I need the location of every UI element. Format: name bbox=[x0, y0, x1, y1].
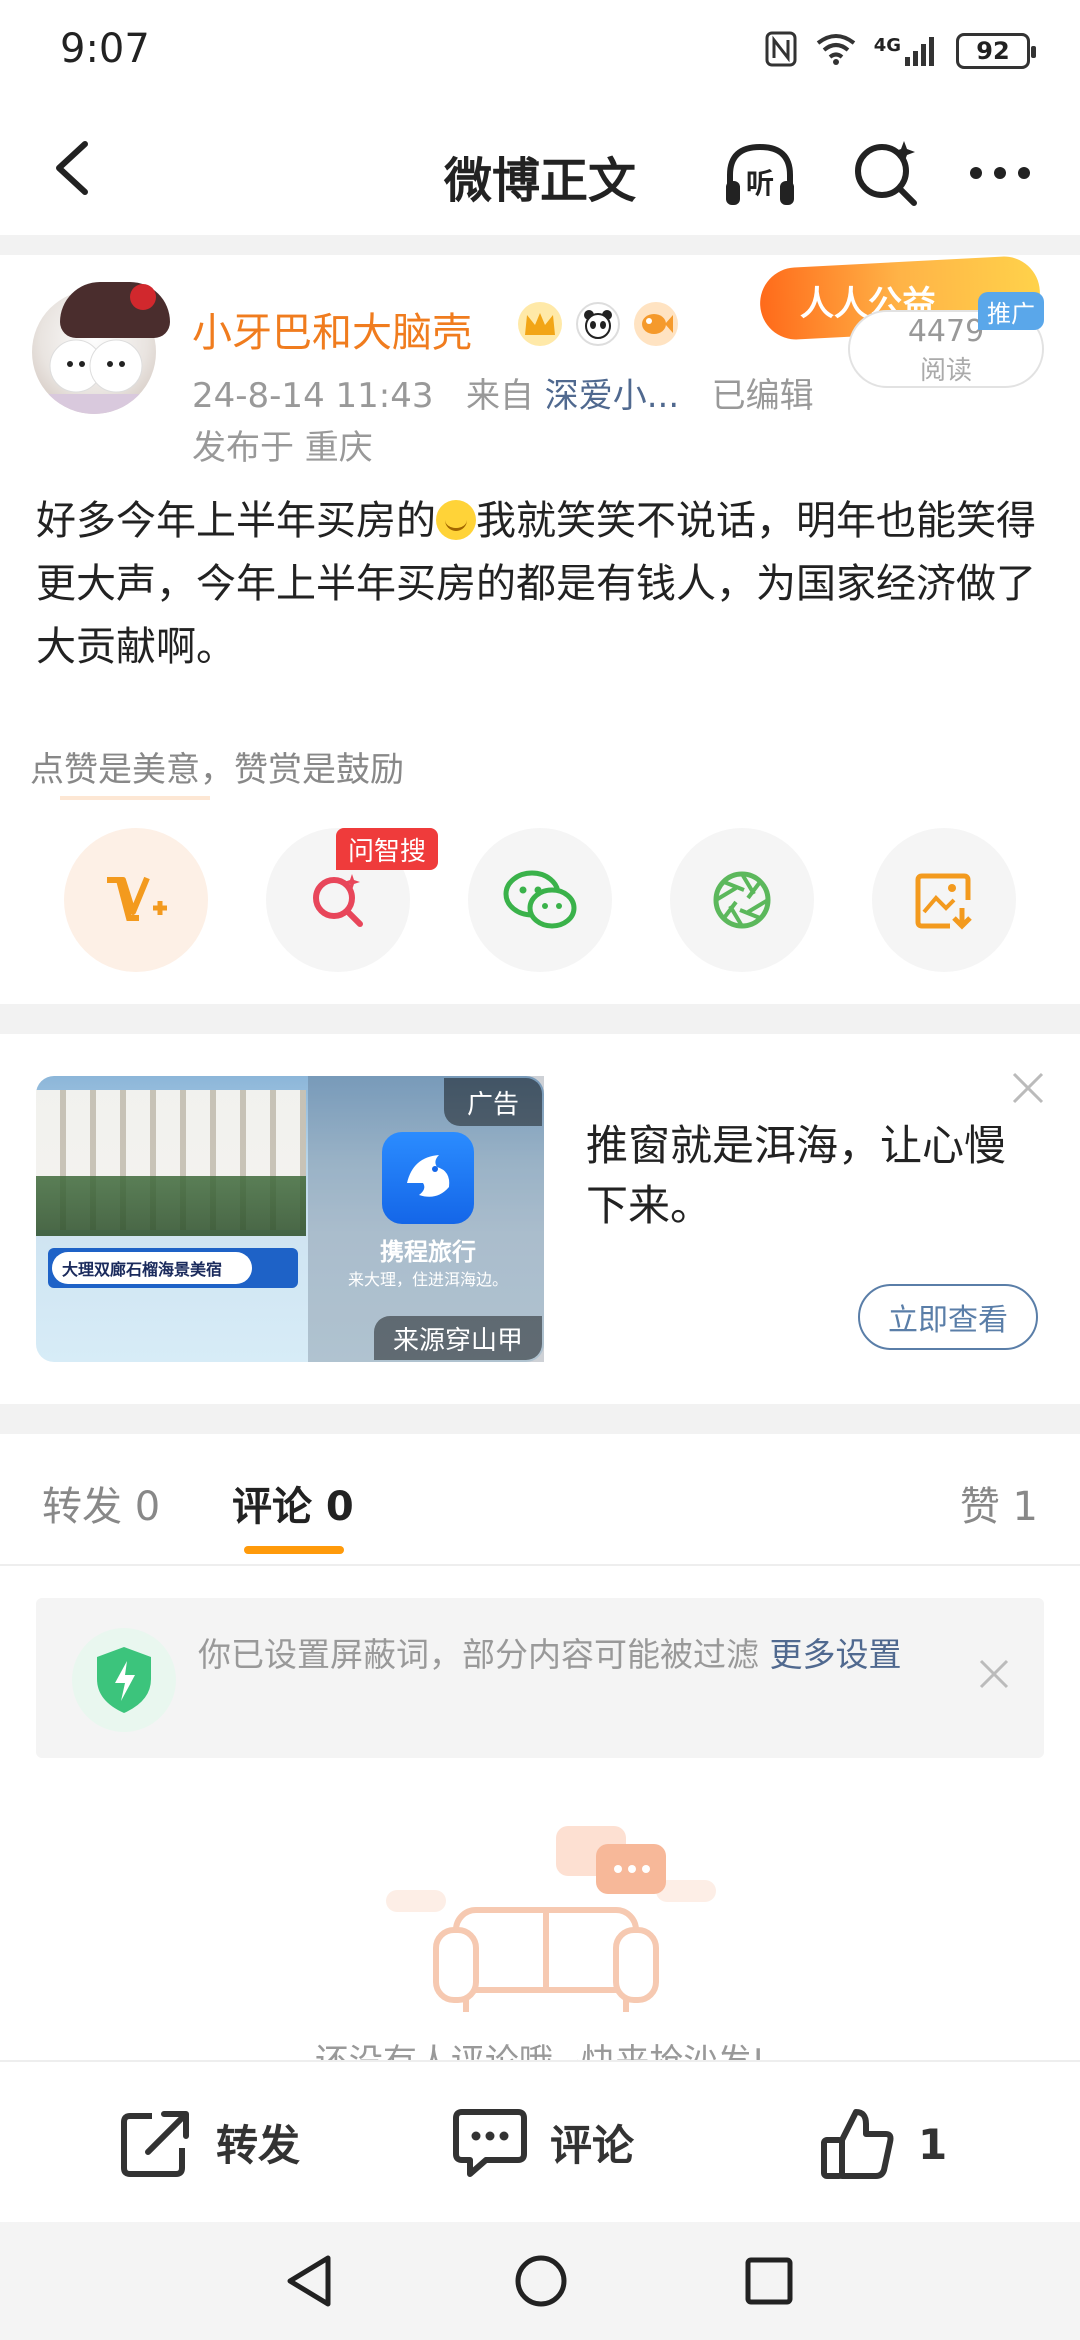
ad-search-text: 大理双廊石榴海景美宿 bbox=[52, 1252, 252, 1284]
save-image-icon bbox=[915, 873, 972, 930]
post-location: 发布于 重庆 bbox=[192, 428, 373, 468]
more-options-button[interactable] bbox=[960, 133, 1040, 213]
close-icon bbox=[1012, 1072, 1044, 1104]
panda-badge-icon[interactable] bbox=[576, 302, 620, 346]
section-divider bbox=[0, 1004, 1080, 1034]
status-time: 9:07 bbox=[60, 26, 150, 72]
triangle-back-icon bbox=[287, 2255, 331, 2307]
square-recents-icon bbox=[745, 2257, 793, 2305]
bottom-action-bar: 转发 评论 1 bbox=[0, 2060, 1080, 2222]
tab-like[interactable]: 赞 1 bbox=[960, 1474, 1038, 1532]
svg-text:听: 听 bbox=[746, 167, 774, 200]
status-icons: 4G 92 bbox=[764, 30, 1036, 72]
username[interactable]: 小牙巴和大脑壳 bbox=[192, 300, 472, 358]
signal-icon: 4G bbox=[874, 35, 938, 67]
crown-badge-icon[interactable] bbox=[518, 302, 562, 346]
reward-v-plus-icon bbox=[107, 876, 167, 921]
repost-label: 转发 bbox=[216, 2120, 301, 2170]
nav-bar: 微博正文 听 bbox=[0, 105, 1080, 235]
back-button[interactable] bbox=[36, 133, 106, 203]
aperture-icon bbox=[713, 871, 771, 929]
ad-source: 来源穿山甲 bbox=[374, 1316, 542, 1360]
comment-bubble-icon bbox=[453, 2109, 527, 2177]
system-back-button[interactable] bbox=[284, 2254, 334, 2312]
listen-button[interactable]: 听 bbox=[720, 135, 800, 215]
user-badges bbox=[518, 302, 678, 346]
filter-notice-text: 你已设置屏蔽词，部分内容可能被过滤 更多设置 bbox=[198, 1632, 938, 1678]
nfc-icon bbox=[764, 30, 798, 72]
wifi-icon bbox=[816, 33, 856, 69]
ad-label: 广告 bbox=[444, 1078, 542, 1126]
sofa-icon bbox=[386, 1826, 716, 2012]
network-type: 4G bbox=[873, 35, 901, 56]
smile-emoji-icon bbox=[436, 500, 476, 540]
promoted-tag[interactable]: 推广 bbox=[978, 292, 1044, 330]
filter-notice-message: 你已设置屏蔽词，部分内容可能被过滤 bbox=[198, 1635, 770, 1674]
system-home-button[interactable] bbox=[514, 2254, 568, 2312]
reward-button[interactable] bbox=[64, 828, 208, 972]
post-body: 好多今年上半年买房的 我就笑笑不说话，明年也能笑得更大声，今年上半年买房的都是有钱… bbox=[36, 490, 1044, 679]
filter-notice bbox=[36, 1598, 1044, 1758]
more-settings-link[interactable]: 更多设置 bbox=[770, 1635, 902, 1674]
share-wechat-button[interactable] bbox=[468, 828, 612, 972]
like-button[interactable]: 1 bbox=[820, 2106, 947, 2182]
post-date: 24-8-14 11:43 bbox=[192, 376, 434, 416]
system-recents-button[interactable] bbox=[744, 2256, 794, 2310]
ad-hotel-greenery bbox=[36, 1176, 306, 1236]
more-icon bbox=[970, 167, 1030, 179]
empty-sofa-illustration bbox=[386, 1820, 726, 2020]
repost-button[interactable]: 转发 bbox=[118, 2106, 300, 2178]
status-bar: 9:07 4G 92 bbox=[0, 0, 1080, 105]
ad-app-subtitle: 来大理，住进洱海边。 bbox=[347, 1270, 508, 1289]
chevron-left-icon bbox=[56, 141, 88, 195]
search-icon bbox=[855, 141, 917, 206]
dolphin-app-icon bbox=[382, 1132, 474, 1224]
search-icon bbox=[313, 874, 363, 927]
reward-hint-pointer bbox=[60, 796, 210, 800]
comment-label: 评论 bbox=[550, 2120, 635, 2170]
share-icon bbox=[121, 2111, 189, 2177]
cherry-icon bbox=[130, 284, 156, 310]
section-divider bbox=[0, 1404, 1080, 1434]
tab-comment[interactable]: 评论 0 bbox=[232, 1474, 354, 1532]
tab-bar: 转发 0 评论 0 赞 1 bbox=[0, 1434, 1080, 1566]
active-tab-indicator bbox=[244, 1546, 344, 1554]
ad-title[interactable]: 推窗就是洱海，让心慢下来。 bbox=[586, 1116, 1036, 1236]
ad-app-name: 携程旅行 bbox=[380, 1238, 476, 1266]
battery-indicator: 92 bbox=[956, 33, 1036, 69]
like-count: 1 bbox=[918, 2119, 948, 2169]
thumbs-up-icon bbox=[821, 2109, 894, 2179]
save-image-button[interactable] bbox=[872, 828, 1016, 972]
ad-close-button[interactable] bbox=[1006, 1066, 1050, 1110]
close-icon bbox=[979, 1659, 1009, 1689]
views-label: 阅读 bbox=[919, 356, 972, 386]
smart-search-button[interactable] bbox=[846, 133, 926, 213]
zhisou-tag: 问智搜 bbox=[336, 828, 439, 870]
post-source-link[interactable]: 深爱小... bbox=[545, 376, 679, 416]
ad-cta-button[interactable]: 立即查看 bbox=[858, 1284, 1038, 1350]
section-divider bbox=[0, 235, 1080, 255]
post-source-prefix: 来自 bbox=[465, 376, 534, 416]
tab-repost[interactable]: 转发 0 bbox=[42, 1474, 160, 1532]
shield-icon bbox=[72, 1628, 176, 1732]
system-navigation-bar bbox=[0, 2222, 1080, 2340]
wechat-icon bbox=[503, 870, 577, 929]
post-edited-label: 已编辑 bbox=[711, 376, 814, 416]
fish-badge-icon[interactable] bbox=[634, 302, 678, 346]
post-meta: 24-8-14 11:43 来自 深爱小... 已编辑 bbox=[192, 368, 814, 417]
reward-hint: 点赞是美意，赞赏是鼓励 bbox=[30, 750, 404, 790]
comment-button[interactable]: 评论 bbox=[452, 2106, 634, 2178]
headphones-icon: 听 bbox=[726, 143, 794, 205]
filter-close-button[interactable] bbox=[972, 1652, 1016, 1696]
post-text-part1: 好多今年上半年买房的 bbox=[36, 498, 436, 544]
circle-home-icon bbox=[515, 2255, 567, 2307]
share-moments-button[interactable] bbox=[670, 828, 814, 972]
